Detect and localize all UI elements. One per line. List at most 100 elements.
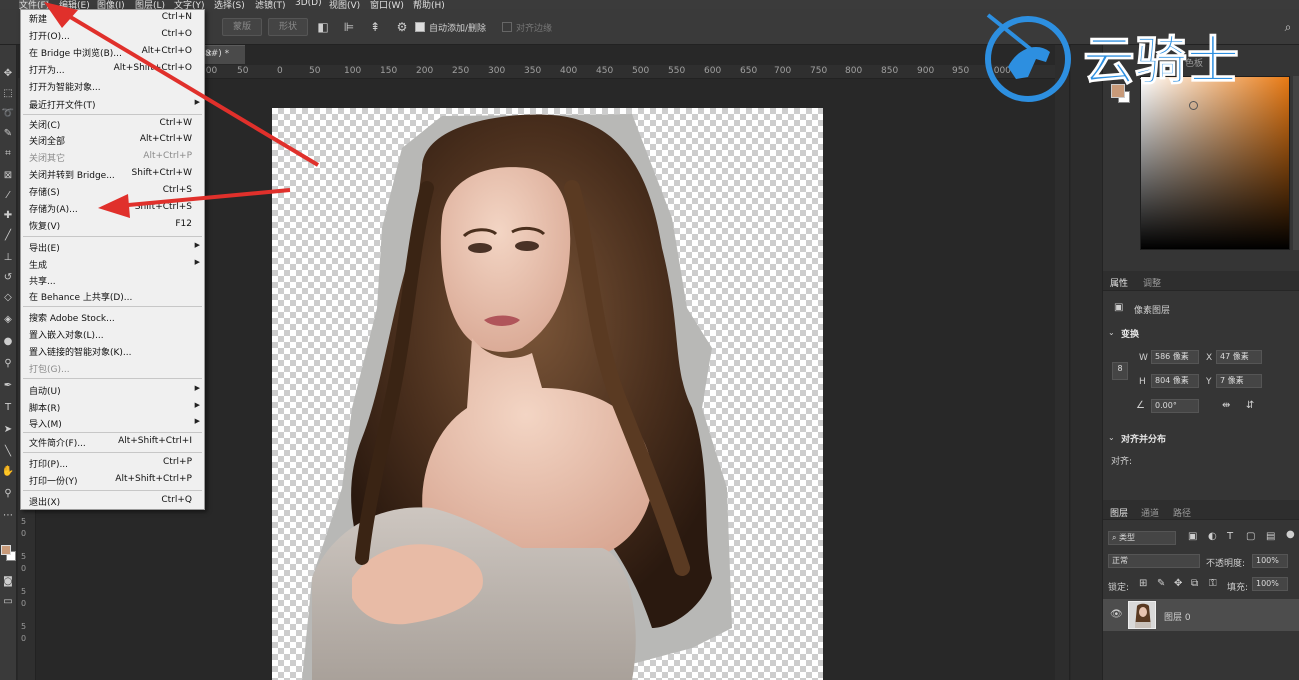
brush-tool-icon[interactable]: ╱ [1, 229, 15, 243]
foreground-color-swatch[interactable] [1, 545, 11, 555]
menu-layer[interactable]: 图层(L) [135, 0, 165, 9]
flip-horizontal-icon[interactable]: ⇹ [1222, 400, 1230, 412]
angle-field[interactable]: 0.00° [1151, 399, 1199, 413]
menu-item-share[interactable]: 共享... [21, 272, 204, 288]
document-canvas[interactable] [272, 108, 823, 680]
lock-artboard-icon[interactable]: ⧉ [1191, 578, 1198, 590]
menu-item-revert[interactable]: 恢复(V) F12 [21, 217, 204, 233]
gear-icon[interactable]: ⚙ [395, 20, 409, 34]
chevron-down-icon[interactable]: ⌄ [1108, 327, 1115, 339]
paint-bucket-tool-icon[interactable]: ◈ [1, 313, 15, 327]
zoom-tool-icon[interactable]: ⚲ [1, 487, 15, 501]
mask-button[interactable]: 蒙版 [222, 18, 262, 36]
link-icon[interactable]: 8 [1112, 362, 1128, 380]
filter-smart-object-icon[interactable]: ▤ [1266, 531, 1275, 543]
opacity-field[interactable]: 100% [1252, 554, 1288, 568]
menu-item-recent-files[interactable]: 最近打开文件(T) ▶ [21, 96, 204, 112]
more-tools-icon[interactable]: ⋯ [1, 509, 15, 523]
fill-field[interactable]: 100% [1252, 577, 1288, 591]
menu-item-search-stock[interactable]: 搜索 Adobe Stock... [21, 309, 204, 325]
menu-filter[interactable]: 滤镜(T) [255, 0, 286, 9]
menu-item-save-as[interactable]: 存储为(A)... Shift+Ctrl+S [21, 200, 204, 216]
menu-item-new[interactable]: 新建 Ctrl+N [21, 10, 204, 26]
x-field[interactable]: 47 像素 [1216, 350, 1262, 364]
lasso-tool-icon[interactable]: ➰ [1, 107, 15, 121]
menu-item-open[interactable]: 打开(O)... Ctrl+O [21, 27, 204, 43]
filter-pixel-icon[interactable]: ▣ [1188, 531, 1197, 543]
path-arrangement-icon[interactable]: ⇞ [368, 20, 382, 34]
history-brush-tool-icon[interactable]: ↺ [1, 271, 15, 285]
tab-paths[interactable]: 路径 [1173, 506, 1191, 519]
menu-item-browse-bridge[interactable]: 在 Bridge 中浏览(B)... Alt+Ctrl+O [21, 44, 204, 60]
menu-item-print[interactable]: 打印(P)... Ctrl+P [21, 455, 204, 471]
menu-item-file-info[interactable]: 文件简介(F)... Alt+Shift+Ctrl+I [21, 434, 204, 450]
layer-filter-select[interactable]: ⌕ 类型 [1108, 531, 1176, 545]
path-alignment-icon[interactable]: ⊫ [342, 20, 356, 34]
chevron-down-icon[interactable]: ⌄ [1108, 432, 1115, 444]
quick-select-tool-icon[interactable]: ✎ [1, 127, 15, 141]
menu-type[interactable]: 文字(Y) [174, 0, 205, 9]
line-tool-icon[interactable]: ╲ [1, 445, 15, 459]
lock-position-icon[interactable]: ✥ [1174, 578, 1182, 590]
flip-vertical-icon[interactable]: ⇵ [1246, 400, 1254, 412]
width-field[interactable]: 586 像素 [1151, 350, 1199, 364]
menu-item-place-embedded[interactable]: 置入嵌入对象(L)... [21, 326, 204, 342]
tab-channels[interactable]: 通道 [1141, 506, 1159, 519]
tab-properties[interactable]: 属性 [1110, 276, 1128, 289]
menu-item-import[interactable]: 导入(M) ▶ [21, 415, 204, 431]
align-edges-checkbox[interactable] [502, 22, 512, 32]
shape-button[interactable]: 形状 [268, 18, 308, 36]
hand-tool-icon[interactable]: ✋ [1, 465, 15, 479]
document-tab[interactable]: 8#) * × [205, 45, 245, 64]
dodge-tool-icon[interactable]: ⚲ [1, 357, 15, 371]
filter-adjustment-icon[interactable]: ◐ [1208, 531, 1217, 543]
marquee-tool-icon[interactable]: ⬚ [1, 87, 15, 101]
menu-edit[interactable]: 编辑(E) [59, 0, 90, 9]
crop-tool-icon[interactable]: ⌗ [1, 147, 15, 161]
menu-item-share-behance[interactable]: 在 Behance 上共享(D)... [21, 288, 204, 304]
screen-mode-icon[interactable]: ▭ [1, 595, 15, 609]
menu-select[interactable]: 选择(S) [214, 0, 245, 9]
menu-item-place-linked[interactable]: 置入链接的智能对象(K)... [21, 343, 204, 359]
eye-icon[interactable]: 👁 [1110, 609, 1123, 621]
path-operations-icon[interactable]: ◧ [316, 20, 330, 34]
filter-type-icon[interactable]: T [1227, 531, 1233, 543]
tab-layers[interactable]: 图层 [1110, 506, 1128, 519]
menu-item-generate[interactable]: 生成 ▶ [21, 256, 204, 272]
close-icon[interactable]: × [205, 49, 213, 59]
lock-all-icon[interactable]: ⚿ [1209, 578, 1217, 590]
healing-brush-tool-icon[interactable]: ✚ [1, 209, 15, 223]
menu-image[interactable]: 图像(I) [97, 0, 125, 9]
menu-item-open-smart-object[interactable]: 打开为智能对象... [21, 78, 204, 94]
quick-mask-icon[interactable]: ◙ [1, 575, 15, 589]
eraser-tool-icon[interactable]: ◇ [1, 291, 15, 305]
clone-stamp-tool-icon[interactable]: ⊥ [1, 251, 15, 265]
move-tool-icon[interactable]: ✥ [1, 67, 15, 81]
menu-item-scripts[interactable]: 脚本(R) ▶ [21, 399, 204, 415]
path-selection-tool-icon[interactable]: ➤ [1, 423, 15, 437]
y-field[interactable]: 7 像素 [1216, 374, 1262, 388]
blur-tool-icon[interactable]: ● [1, 335, 15, 349]
lock-pixels-icon[interactable]: ✎ [1157, 578, 1165, 590]
filter-shape-icon[interactable]: ▢ [1246, 531, 1255, 543]
menu-item-close-all[interactable]: 关闭全部 Alt+Ctrl+W [21, 132, 204, 148]
menu-3d[interactable]: 3D(D) [295, 0, 322, 8]
type-tool-icon[interactable]: T [1, 401, 15, 415]
menu-item-open-as[interactable]: 打开为... Alt+Shift+Ctrl+O [21, 61, 204, 77]
menu-item-close-go-bridge[interactable]: 关闭并转到 Bridge... Shift+Ctrl+W [21, 166, 204, 182]
filter-toggle-icon[interactable]: ● [1286, 529, 1295, 541]
height-field[interactable]: 804 像素 [1151, 374, 1199, 388]
frame-tool-icon[interactable]: ⊠ [1, 169, 15, 183]
blend-mode-select[interactable]: 正常 [1108, 554, 1200, 568]
menu-window[interactable]: 窗口(W) [370, 0, 404, 9]
menu-help[interactable]: 帮助(H) [413, 0, 445, 9]
menu-item-export[interactable]: 导出(E) ▶ [21, 239, 204, 255]
tab-adjustments[interactable]: 调整 [1143, 276, 1161, 289]
menu-view[interactable]: 视图(V) [329, 0, 360, 9]
hue-slider[interactable] [1293, 76, 1299, 250]
menu-item-close[interactable]: 关闭(C) Ctrl+W [21, 116, 204, 132]
pen-tool-icon[interactable]: ✒ [1, 379, 15, 393]
auto-add-delete-checkbox[interactable] [415, 22, 425, 32]
menu-file[interactable]: 文件(F) [19, 0, 50, 9]
menu-item-exit[interactable]: 退出(X) Ctrl+Q [21, 493, 204, 509]
